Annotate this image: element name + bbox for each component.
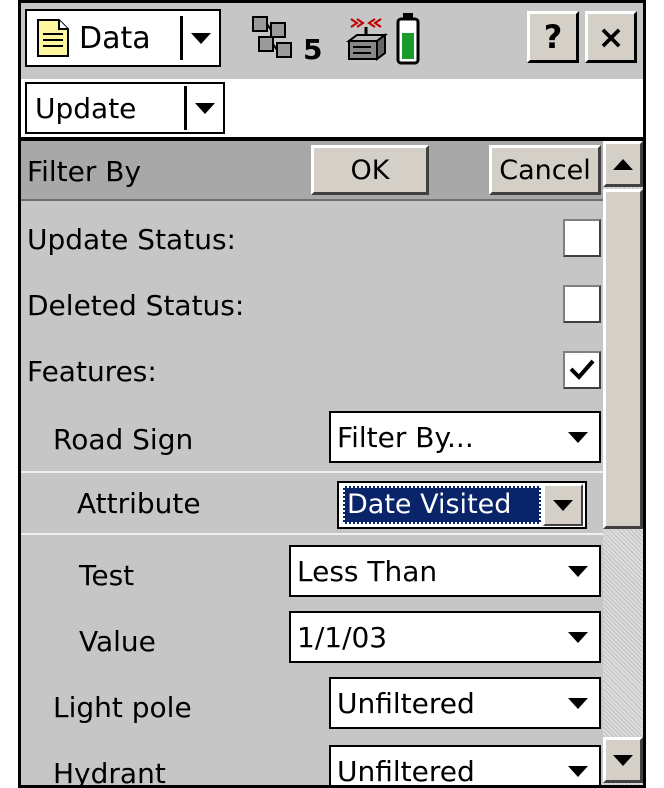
help-icon: ?	[543, 18, 563, 56]
features-label: Features:	[27, 355, 157, 388]
attribute-value: Date Visited	[343, 486, 541, 524]
test-value: Less Than	[297, 554, 438, 588]
light-pole-value: Unfiltered	[337, 686, 475, 720]
document-icon	[35, 18, 71, 58]
mode-label: Update	[35, 91, 137, 125]
chevron-down-icon	[557, 431, 599, 443]
value-value: 1/1/03	[297, 620, 388, 654]
light-pole-label: Light pole	[53, 691, 192, 724]
filter-header: Filter By OK Cancel	[21, 141, 603, 201]
app-window: Data 5 ? × Update Filter By OK Cancel Up…	[18, 0, 646, 788]
chevron-down-icon	[557, 565, 599, 577]
scroll-down-button[interactable]	[603, 737, 643, 783]
checkmark-icon	[569, 359, 595, 380]
app-menu-dropdown[interactable]: Data	[25, 9, 221, 67]
hydrant-select[interactable]: Unfiltered	[329, 745, 601, 788]
light-pole-select[interactable]: Unfiltered	[329, 677, 601, 729]
attribute-row: Attribute Date Visited	[21, 471, 603, 535]
filter-form: Filter By OK Cancel Update Status: Delet…	[21, 141, 603, 788]
features-checkbox[interactable]	[563, 351, 601, 389]
battery-icon	[395, 11, 421, 65]
road-sign-select[interactable]: Filter By...	[329, 411, 601, 463]
deleted-status-label: Deleted Status:	[27, 289, 245, 322]
close-button[interactable]: ×	[585, 11, 637, 63]
update-status-checkbox[interactable]	[563, 219, 601, 257]
chevron-up-icon	[613, 158, 633, 170]
page-title: Filter By	[27, 155, 142, 188]
satellite-count: 5	[303, 33, 323, 66]
chevron-down-icon[interactable]	[187, 84, 223, 132]
road-sign-label: Road Sign	[53, 423, 194, 456]
attribute-select[interactable]: Date Visited	[337, 481, 587, 529]
vertical-scrollbar[interactable]	[603, 141, 643, 785]
title-bar: Data 5 ? ×	[21, 3, 643, 79]
scrollbar-thumb[interactable]	[603, 189, 643, 529]
radio-link-icon	[341, 13, 391, 65]
road-sign-value: Filter By...	[337, 420, 474, 454]
chevron-down-icon	[557, 697, 599, 709]
chevron-down-icon	[557, 631, 599, 643]
ok-button[interactable]: OK	[311, 145, 429, 195]
mode-bar: Update	[21, 79, 643, 137]
mode-dropdown[interactable]: Update	[25, 82, 225, 134]
hydrant-label: Hydrant	[53, 757, 166, 788]
satellite-icon	[249, 13, 297, 65]
ok-label: OK	[350, 154, 390, 186]
chevron-down-icon[interactable]	[183, 11, 219, 65]
test-select[interactable]: Less Than	[289, 545, 601, 597]
deleted-status-checkbox[interactable]	[563, 285, 601, 323]
value-label: Value	[79, 625, 156, 658]
test-label: Test	[79, 559, 135, 592]
help-button[interactable]: ?	[527, 11, 579, 63]
hydrant-value: Unfiltered	[337, 754, 475, 788]
app-menu-label: Data	[79, 20, 151, 56]
chevron-down-icon	[613, 754, 633, 766]
chevron-down-icon[interactable]	[543, 484, 583, 526]
close-icon: ×	[597, 18, 625, 56]
value-select[interactable]: 1/1/03	[289, 611, 601, 663]
cancel-button[interactable]: Cancel	[489, 145, 601, 195]
cancel-label: Cancel	[499, 154, 591, 186]
scroll-up-button[interactable]	[603, 141, 643, 187]
attribute-label: Attribute	[77, 487, 201, 520]
chevron-down-icon	[557, 765, 599, 777]
update-status-label: Update Status:	[27, 223, 236, 256]
